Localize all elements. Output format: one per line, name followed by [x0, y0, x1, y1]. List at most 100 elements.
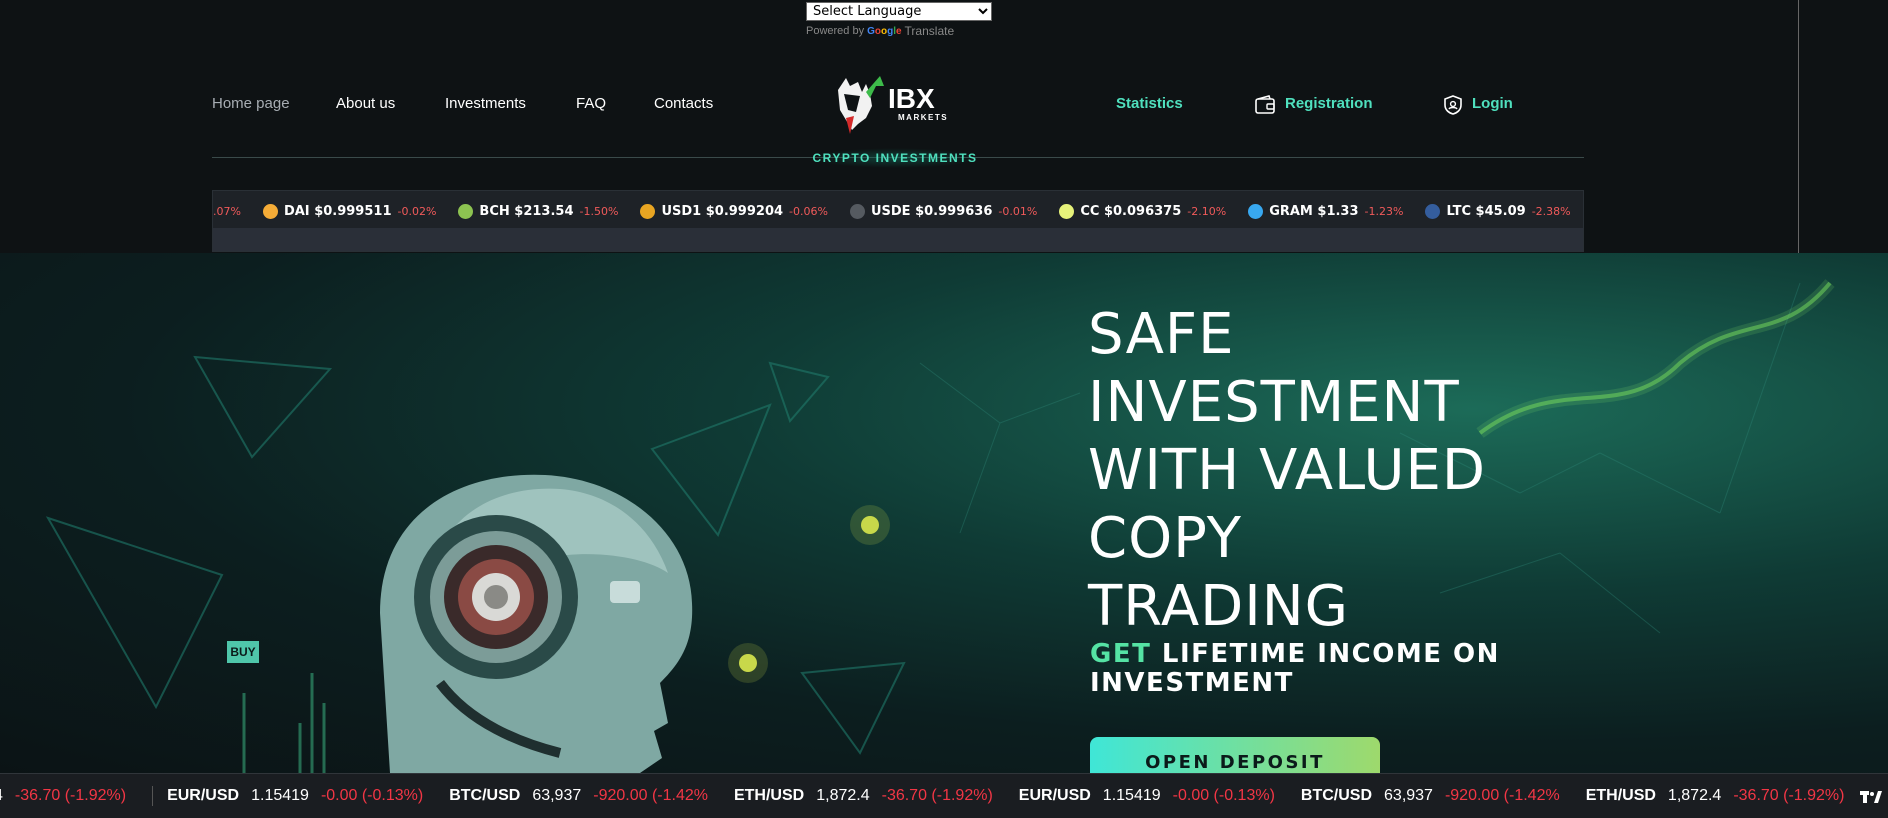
crypto-ticker-item[interactable]: DAI $0.999511 -0.02%: [262, 203, 437, 219]
bull-bear-logo-icon: IBX MARKETS: [838, 76, 948, 134]
nav-faq[interactable]: FAQ: [576, 95, 606, 112]
logo-sub: MARKETS: [898, 113, 948, 122]
hero-headline: SAFE INVESTMENT WITH VALUED COPY TRADING: [1088, 301, 1486, 641]
ticker-symbol: EUR/USD: [1018, 787, 1091, 804]
headline-line: TRADING: [1088, 574, 1350, 639]
hero-background-art: [45, 279, 1835, 773]
market-ticker-item[interactable]: EUR/USD 1.15419 -0.00 (-0.13%): [1019, 787, 1275, 805]
crypto-price: $1.33: [1317, 203, 1359, 219]
ticker-delta: -920.00 (-1.42%: [593, 787, 708, 804]
sub-highlight: GET: [1090, 639, 1152, 669]
crypto-price: $0.999204: [705, 203, 784, 219]
crypto-change: .07%: [213, 204, 241, 218]
market-ticker-item[interactable]: EUR/USD 1.15419 -0.00 (-0.13%): [167, 787, 423, 805]
bch-icon: [458, 203, 474, 219]
logo-text: IBX: [888, 83, 935, 114]
crypto-change: -0.02%: [397, 204, 437, 218]
ticker-delta: -36.70 (-1.92%): [14, 787, 127, 804]
crypto-ticker-item[interactable]: USDE $0.999636 -0.01%: [849, 203, 1038, 219]
ticker-price: 4: [0, 787, 3, 805]
crypto-symbol: USD1: [661, 203, 702, 219]
crypto-price: $0.999636: [915, 203, 993, 219]
crypto-ticker-item[interactable]: BCH $213.54 -1.50%: [458, 203, 619, 219]
crypto-ticker-item[interactable]: CC $0.096375 -2.10%: [1059, 203, 1227, 219]
ticker-symbol: EUR/USD: [167, 787, 240, 804]
ticker-price: 1,872.4: [816, 787, 870, 804]
ticker-symbol: ETH/USD: [733, 787, 805, 804]
crypto-symbol: DAI: [283, 203, 310, 219]
nav-home[interactable]: Home page: [212, 95, 290, 112]
market-ticker-item[interactable]: ETH/USD 1,872.4 -36.70 (-1.92%): [734, 787, 993, 805]
market-ticker-tape: 4 -36.70 (-1.92%) EUR/USD 1.15419 -0.00 (-0.…: [0, 773, 1888, 818]
crypto-symbol: LTC: [1446, 203, 1471, 219]
ticker-symbol: BTC/USD: [449, 787, 521, 804]
crypto-price: $45.09: [1475, 203, 1526, 219]
crypto-change: -0.01%: [998, 204, 1038, 218]
language-select[interactable]: Select Language: [806, 2, 992, 21]
crypto-price-ticker: .07% DAI $0.999511 -0.02% BCH $213.54 -1.50%…: [212, 190, 1584, 252]
crypto-ticker-item[interactable]: LTC $45.09 -2.38%: [1425, 203, 1571, 219]
crypto-price: $0.999511: [314, 203, 392, 219]
ticker-price: 63,937: [532, 787, 582, 804]
sub-line-2: INVESTMENT: [1090, 668, 1294, 698]
ticker-price: 1,872.4: [1667, 787, 1722, 804]
ticker-band: [213, 228, 1583, 251]
crypto-ticker-item[interactable]: USD1 $0.999204 -0.06%: [640, 203, 828, 219]
shield-user-icon: [1442, 94, 1464, 116]
ticker-price: 1.15419: [251, 787, 309, 804]
robot-head-illustration: [380, 474, 693, 773]
ticker-delta: -0.00 (-0.13%): [320, 787, 424, 804]
crypto-price: $213.54: [514, 203, 574, 219]
translate-link[interactable]: Translate: [905, 24, 955, 38]
market-ticker-item[interactable]: BTC/USD 63,937 -920.00 (-1.42%: [449, 787, 708, 805]
crypto-ticker-item[interactable]: .07%: [213, 205, 241, 218]
market-ticker-item[interactable]: 4 -36.70 (-1.92%): [0, 787, 126, 805]
dai-icon: [262, 203, 278, 219]
ticker-delta: -36.70 (-1.92%): [1733, 787, 1845, 804]
ticker-price: 63,937: [1384, 787, 1433, 804]
crypto-symbol: GRAM: [1269, 203, 1313, 219]
headline-line: COPY: [1088, 506, 1242, 571]
crypto-symbol: BCH: [479, 203, 510, 219]
ticker-delta: -920.00 (-1.42%: [1444, 787, 1560, 804]
crypto-ticker-item[interactable]: GRAM $1.33 -1.23%: [1248, 203, 1404, 219]
nav-about[interactable]: About us: [336, 95, 395, 112]
crypto-investments-tag: CRYPTO INVESTMENTS: [810, 148, 980, 168]
market-ticker-item[interactable]: ETH/USD 1,872.4 -36.70 (-1.92%): [1586, 787, 1845, 805]
ticker-separator: [152, 786, 154, 806]
hero-subheadline: GET LIFETIME INCOME ON INVESTMENT: [1090, 640, 1500, 698]
ticker-symbol: BTC/USD: [1300, 787, 1373, 804]
ticker-symbol: ETH/USD: [1585, 787, 1656, 804]
crypto-change: -1.23%: [1364, 204, 1404, 218]
nav-investments[interactable]: Investments: [445, 95, 526, 112]
ticker-delta: -0.00 (-0.13%): [1172, 787, 1275, 804]
ibx-logo[interactable]: IBX MARKETS: [832, 72, 962, 136]
crypto-change: -1.50%: [579, 204, 619, 218]
nav-login[interactable]: Login: [1472, 95, 1513, 112]
powered-by-label: Powered by: [806, 25, 865, 37]
tradingview-logo-icon[interactable]: [1854, 774, 1888, 818]
ticker-price: 1.15419: [1102, 787, 1161, 804]
powered-by: Powered by Google Translate: [806, 24, 992, 38]
usd1-icon: [640, 203, 656, 219]
usde-icon: [849, 203, 865, 219]
crypto-change: -2.38%: [1531, 204, 1571, 218]
buy-badge: BUY: [227, 641, 259, 663]
cc-icon: [1059, 203, 1075, 219]
crypto-change: -2.10%: [1187, 204, 1227, 218]
tagline: CRYPTO INVESTMENTS: [812, 151, 978, 165]
ltc-icon: [1425, 203, 1441, 219]
nav-contacts[interactable]: Contacts: [654, 95, 713, 112]
crypto-change: -0.06%: [789, 204, 828, 218]
headline-line: SAFE: [1088, 302, 1235, 367]
crypto-symbol: CC: [1080, 203, 1100, 219]
hero-section: BUY: [0, 253, 1888, 773]
gram-icon: [1248, 203, 1264, 219]
page: Select Language Powered by Google Transl…: [0, 0, 1888, 818]
ticker-delta: -36.70 (-1.92%): [881, 787, 993, 804]
google-translate-widget: Select Language Powered by Google Transl…: [806, 2, 992, 38]
nav-statistics[interactable]: Statistics: [1116, 95, 1183, 112]
market-ticker-item[interactable]: BTC/USD 63,937 -920.00 (-1.42%: [1301, 787, 1560, 805]
nav-registration[interactable]: Registration: [1285, 95, 1373, 112]
wallet-icon: [1254, 94, 1276, 116]
